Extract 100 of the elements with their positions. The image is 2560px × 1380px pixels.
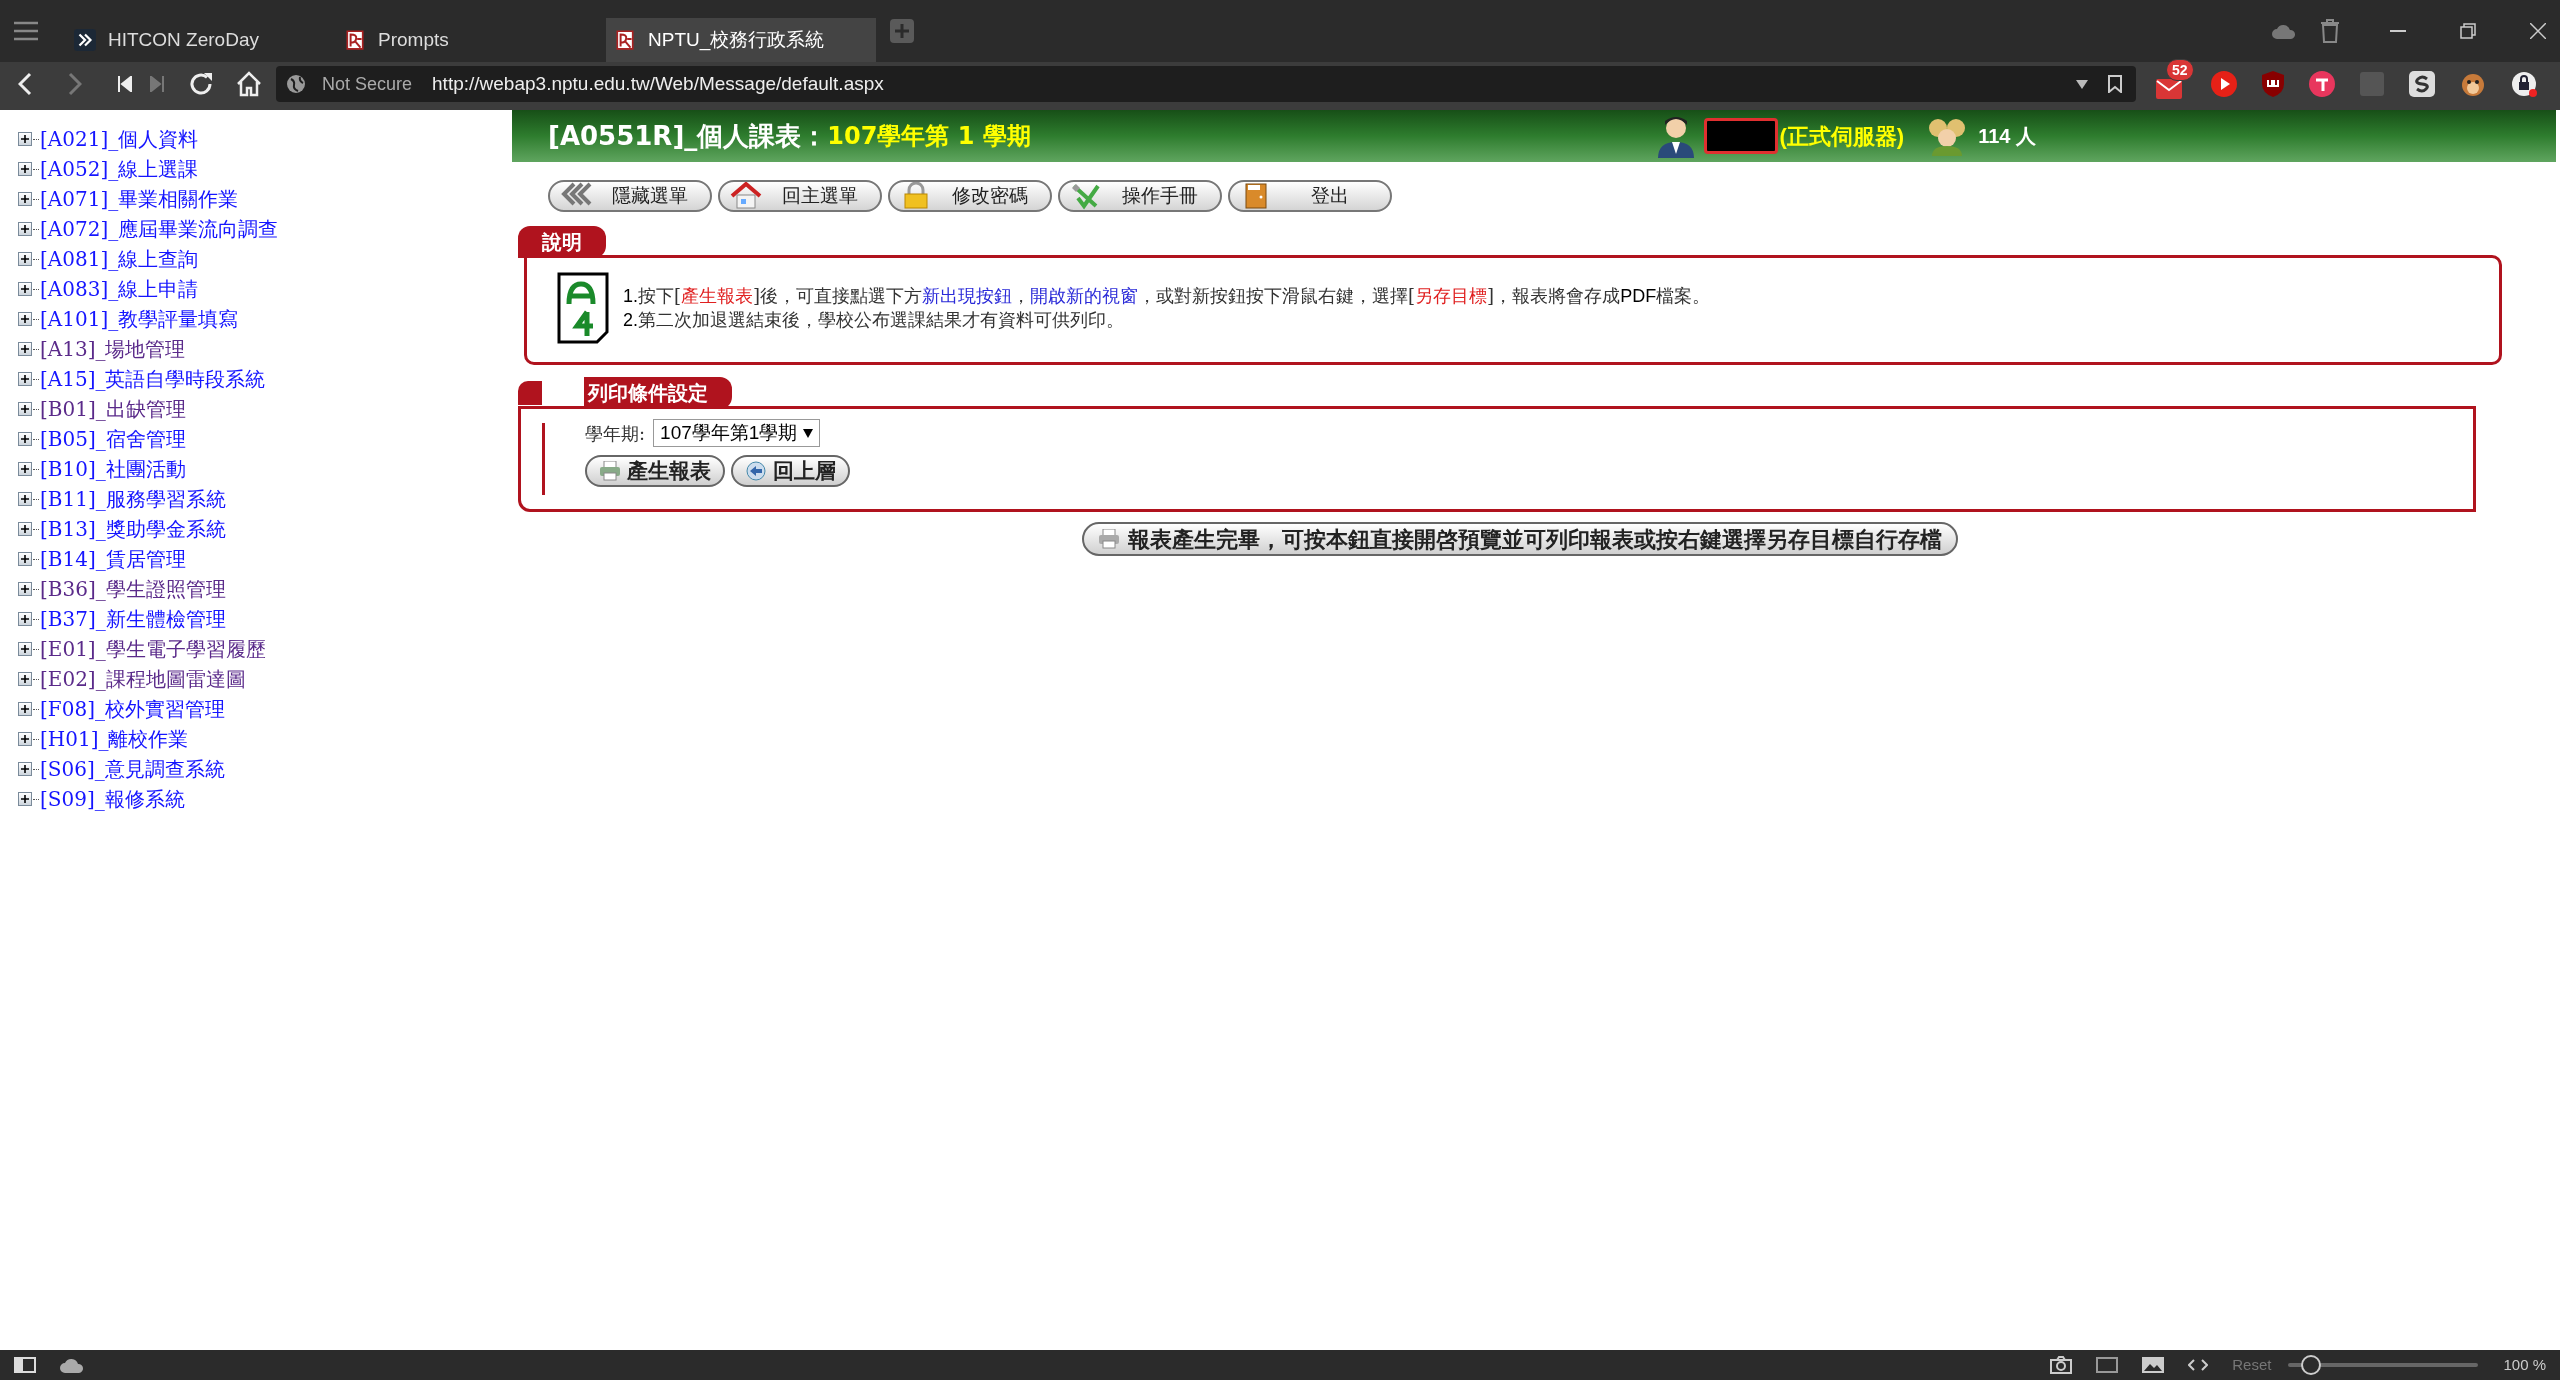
monkey-face-icon[interactable]	[2460, 71, 2486, 97]
logo-icon	[344, 29, 366, 51]
notice-text: 2.第二次加退選結束後，學校公布選課結果才有資料可供列印。	[623, 308, 1125, 332]
fast-forward-icon[interactable]	[150, 76, 164, 92]
restore-icon[interactable]	[2460, 23, 2476, 39]
dropdown-icon[interactable]	[2076, 79, 2088, 89]
toolbar-button[interactable]: 登出	[1228, 180, 1392, 212]
expand-icon[interactable]	[18, 372, 32, 386]
toolbar-button[interactable]: 修改密碼	[888, 180, 1052, 212]
notice-text: 1.按下[產生報表]後，可直接點選下方新出現按鈕，開啟新的視窗，或對新按鈕按下滑鼠右鍵，選擇[另存目標]，報表將會存成PDF檔案。	[623, 284, 1711, 308]
expand-icon[interactable]	[18, 732, 32, 746]
term-select[interactable]: 107學年第1學期	[653, 419, 821, 447]
mail-count-badge: 52	[2166, 59, 2194, 81]
menu-link[interactable]: [S06]_意見調查系統	[40, 754, 225, 784]
expand-icon[interactable]	[18, 162, 32, 176]
expand-icon[interactable]	[18, 612, 32, 626]
url-text: http://webap3.nptu.edu.tw/Web/Message/default.aspx	[432, 71, 885, 96]
menu-link[interactable]: [A052]_線上選課	[40, 154, 199, 184]
address-bar[interactable]: Not Secure http://webap3.nptu.edu.tw/Web/Message/default.aspx	[276, 66, 2136, 102]
menu-link[interactable]: [H01]_離校作業	[40, 724, 189, 754]
cloud-icon[interactable]	[60, 1357, 84, 1373]
expand-icon[interactable]	[18, 792, 32, 806]
term-text: 107學年第 1 學期	[827, 121, 1031, 152]
menu-icon[interactable]	[14, 21, 38, 41]
expand-icon[interactable]	[18, 492, 32, 506]
expand-icon[interactable]	[18, 432, 32, 446]
menu-link[interactable]: [B14]_賃居管理	[40, 544, 186, 574]
printer-icon	[1098, 529, 1120, 549]
back-icon[interactable]	[18, 72, 32, 96]
back-button[interactable]: 回上層	[731, 455, 850, 487]
envelope-icon[interactable]	[2156, 79, 2182, 99]
security-label: Not Secure	[322, 72, 413, 96]
logo-icon	[614, 29, 636, 51]
browser-tab[interactable]: HITCON ZeroDay	[66, 18, 336, 62]
t-letter-icon[interactable]	[2309, 71, 2335, 97]
expand-icon[interactable]	[18, 762, 32, 776]
expand-icon[interactable]	[18, 312, 32, 326]
shield-icon[interactable]	[2262, 71, 2284, 97]
panel-toggle-icon[interactable]	[14, 1357, 36, 1373]
s-letter-icon[interactable]	[2409, 71, 2435, 97]
menu-link[interactable]: [B13]_獎助學金系統	[40, 514, 226, 544]
generate-report-button[interactable]: 產生報表	[585, 455, 725, 487]
expand-icon[interactable]	[18, 582, 32, 596]
menu-link[interactable]: [A021]_個人資料	[40, 124, 199, 154]
expand-icon[interactable]	[18, 342, 32, 356]
menu-link[interactable]: [A083]_線上申請	[40, 274, 199, 304]
forward-icon[interactable]	[68, 72, 82, 96]
rewind-icon[interactable]	[118, 76, 132, 92]
menu-link[interactable]: [E02]_課程地圖雷達圖	[40, 664, 246, 694]
bookmark-icon[interactable]	[2108, 75, 2122, 93]
section-heading: 列印條件設定	[584, 377, 732, 409]
menu-link[interactable]: [B05]_宿舍管理	[40, 424, 186, 454]
browser-tab[interactable]: Prompts	[336, 18, 606, 62]
camera-icon[interactable]	[2050, 1356, 2073, 1374]
menu-link[interactable]: [A13]_場地管理	[40, 334, 186, 364]
menu-link[interactable]: [B37]_新生體檢管理	[40, 604, 226, 634]
menu-link[interactable]: [A071]_畢業相關作業	[40, 184, 239, 214]
reload-icon[interactable]	[188, 71, 214, 97]
home-icon[interactable]	[236, 71, 262, 97]
expand-icon[interactable]	[18, 192, 32, 206]
toolbar-button[interactable]: 操作手冊	[1058, 180, 1222, 212]
zoom-slider-thumb[interactable]	[2301, 1355, 2322, 1375]
expand-icon[interactable]	[18, 462, 32, 476]
expand-icon[interactable]	[18, 552, 32, 566]
expand-icon[interactable]	[18, 222, 32, 236]
expand-icon[interactable]	[18, 522, 32, 536]
window-icon[interactable]	[2096, 1357, 2119, 1373]
close-icon[interactable]	[2530, 23, 2546, 39]
expand-icon[interactable]	[18, 252, 32, 266]
download-report-button[interactable]: 報表產生完畢，可按本鈕直接開啓預覽並可列印報表或按右鍵選擇另存目標自行存檔	[1082, 522, 1958, 556]
toolbar-button[interactable]: 回主選單	[718, 180, 882, 212]
expand-icon[interactable]	[18, 282, 32, 296]
menu-link[interactable]: [A101]_教學評量填寫	[40, 304, 239, 334]
expand-icon[interactable]	[18, 672, 32, 686]
online-count: 114 人	[1978, 124, 2036, 149]
toolbar-button[interactable]: 隱藏選單	[548, 180, 712, 212]
image-icon[interactable]	[2142, 1357, 2165, 1373]
trash-icon[interactable]	[2320, 19, 2340, 43]
lock-extension-icon[interactable]	[2511, 71, 2537, 97]
page-title: [A0551R]_個人課表：	[548, 119, 828, 153]
menu-link[interactable]: [B11]_服務學習系統	[40, 484, 226, 514]
expand-icon[interactable]	[18, 132, 32, 146]
menu-link[interactable]: [B36]_學生證照管理	[40, 574, 226, 604]
browser-tab[interactable]: NPTU_校務行政系統	[606, 18, 876, 62]
expand-icon[interactable]	[18, 702, 32, 716]
menu-link[interactable]: [A15]_英語自學時段系統	[40, 364, 266, 394]
menu-link[interactable]: [E01]_學生電子學習履歷	[40, 634, 266, 664]
printer-icon	[599, 461, 621, 481]
cloud-icon[interactable]	[2272, 23, 2296, 39]
play-icon[interactable]	[2211, 71, 2237, 97]
code-icon[interactable]	[2188, 1359, 2209, 1371]
menu-link[interactable]: [A081]_線上查詢	[40, 244, 199, 274]
menu-link[interactable]: [B01]_出缺管理	[40, 394, 186, 424]
expand-icon[interactable]	[18, 642, 32, 656]
expand-icon[interactable]	[18, 402, 32, 416]
menu-link[interactable]: [A072]_應屆畢業流向調查	[40, 214, 279, 244]
house-icon	[730, 182, 762, 210]
menu-link[interactable]: [B10]_社團活動	[40, 454, 186, 484]
menu-link[interactable]: [F08]_校外實習管理	[40, 694, 225, 724]
menu-link[interactable]: [S09]_報修系統	[40, 784, 185, 814]
